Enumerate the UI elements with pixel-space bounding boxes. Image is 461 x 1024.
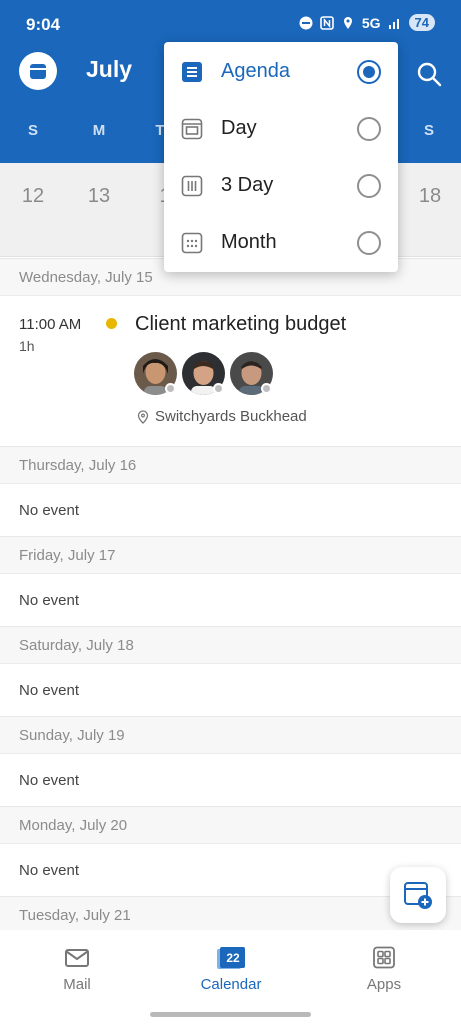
event-location: Switchyards Buckhead: [137, 408, 307, 425]
nav-apps[interactable]: Apps: [334, 946, 434, 993]
date-cell[interactable]: 18: [410, 185, 450, 208]
menu-item-label: Agenda: [221, 60, 290, 82]
event-color-dot: [106, 318, 117, 329]
menu-item-3-day[interactable]: 3 Day: [164, 157, 398, 214]
status-time: 9:04: [26, 15, 61, 34]
new-event-button[interactable]: [390, 867, 446, 923]
search-button[interactable]: [411, 56, 447, 92]
presence-indicator: [165, 383, 176, 394]
dnd-icon: [299, 16, 313, 29]
weekday-label: S: [27, 122, 38, 139]
event-duration: 1h: [19, 338, 35, 354]
menu-item-day[interactable]: Day: [164, 100, 398, 157]
day-header: Friday, July 17: [0, 536, 461, 574]
add-event-icon: [404, 882, 432, 909]
day-view-icon: [181, 118, 203, 139]
no-event-row: No event: [19, 771, 80, 789]
menu-item-label: Month: [221, 231, 277, 253]
day-header: Thursday, July 16: [0, 446, 461, 484]
nav-label: Calendar: [200, 976, 262, 993]
event-time: 11:00 AM: [19, 316, 82, 333]
menu-item-label: Day: [221, 117, 257, 139]
menu-item-month[interactable]: Month: [164, 214, 398, 271]
presence-indicator: [213, 383, 224, 394]
date-cell[interactable]: 13: [79, 185, 119, 208]
event-card[interactable]: 11:00 AM 1h Client marketing budget Swit…: [0, 296, 461, 446]
menu-item-label: 3 Day: [221, 174, 274, 196]
attendee[interactable]: [230, 352, 273, 400]
calendar-account-icon: [30, 64, 46, 79]
nav-calendar[interactable]: 22 Calendar: [181, 946, 281, 993]
radio-unselected[interactable]: [357, 116, 381, 141]
signal-icon: [388, 18, 399, 29]
nav-label: Mail: [63, 976, 91, 993]
nfc-icon: [320, 15, 334, 30]
attendee[interactable]: [182, 352, 225, 400]
event-location-text: Switchyards Buckhead: [155, 408, 307, 425]
day-header: Monday, July 20: [0, 806, 461, 844]
mail-icon: [65, 949, 89, 967]
agenda-icon: [182, 61, 202, 82]
weekday-label: S: [423, 122, 434, 139]
date-cell[interactable]: 12: [13, 185, 53, 208]
nav-mail[interactable]: Mail: [27, 946, 127, 993]
no-event-row: No event: [19, 501, 80, 519]
presence-indicator: [261, 383, 272, 394]
apps-icon: [373, 946, 395, 969]
account-calendar-button[interactable]: [19, 52, 57, 90]
view-switcher-menu: Agenda Day 3 Day Month: [164, 42, 398, 272]
three-day-icon: [181, 175, 203, 196]
home-indicator[interactable]: [150, 1012, 311, 1017]
calendar-nav-icon-wrap: 22: [216, 946, 246, 970]
attendee-avatars: [134, 352, 273, 400]
network-label: 5G: [361, 14, 381, 31]
nav-label: Apps: [366, 976, 402, 993]
location-pin-icon: [137, 409, 149, 424]
agenda-list: Wednesday, July 15 11:00 AM 1h Client ma…: [0, 258, 461, 934]
status-icons: 5G 74: [299, 14, 435, 31]
weekday-label: M: [92, 122, 106, 139]
search-icon: [417, 62, 442, 87]
bottom-navigation: Mail 22 Calendar Apps: [0, 930, 461, 1024]
no-event-row: No event: [19, 591, 80, 609]
day-header: Saturday, July 18: [0, 626, 461, 664]
attendee[interactable]: [134, 352, 177, 400]
battery-badge: 74: [408, 14, 435, 31]
radio-selected[interactable]: [357, 59, 381, 84]
radio-unselected[interactable]: [357, 173, 381, 198]
no-event-row: No event: [19, 681, 80, 699]
location-icon: [343, 16, 352, 29]
month-title[interactable]: July: [86, 56, 132, 83]
menu-item-agenda[interactable]: Agenda: [164, 43, 398, 100]
month-view-icon: [181, 232, 203, 253]
event-title: Client marketing budget: [135, 313, 347, 335]
radio-unselected[interactable]: [357, 230, 381, 255]
calendar-date-badge: 22: [226, 951, 240, 965]
day-header: Sunday, July 19: [0, 716, 461, 754]
